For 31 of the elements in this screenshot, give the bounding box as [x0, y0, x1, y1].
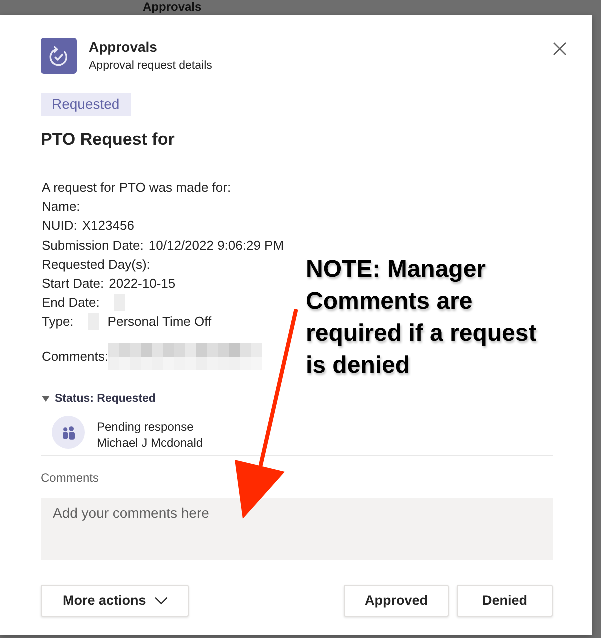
background-page-title: Approvals: [143, 0, 202, 15]
detail-value: X123456: [82, 217, 134, 236]
detail-label: End Date:: [42, 294, 100, 312]
app-name: Approvals: [89, 39, 158, 56]
action-button[interactable]: Denied: [457, 584, 553, 616]
approver-name: Michael J Mcdonald: [97, 434, 204, 450]
detail-label: Submission Date:: [42, 236, 144, 255]
close-icon: [553, 42, 567, 56]
detail-label: Type:: [42, 313, 74, 332]
detail-label: Comments:: [42, 348, 108, 364]
more-actions-button[interactable]: More actions: [41, 584, 190, 616]
dialog-subtitle: Approval request details: [89, 59, 212, 73]
circular-arrow-check-icon: [41, 38, 77, 74]
detail-value: 10/12/2022 9:06:29 PM: [148, 236, 284, 255]
request-title: PTO Request for: [41, 129, 175, 151]
detail-value: Personal Time Off: [108, 313, 212, 332]
comments-field[interactable]: Add your comments here: [41, 498, 553, 560]
detail-label: NUID:: [42, 217, 78, 236]
caret-icon: [155, 596, 168, 604]
status-badge: Requested: [41, 93, 131, 116]
annotation-note: NOTE: Manager Comments are required if a request is denied: [306, 255, 538, 381]
detail-label: Requested Day(s):: [42, 256, 150, 274]
comments-label: Comments: [41, 470, 100, 486]
status-toggle[interactable]: Status: Requested: [41, 390, 156, 406]
approver-status: Pending response: [97, 418, 195, 434]
people-icon: [52, 416, 85, 448]
action-button[interactable]: Approved: [344, 584, 449, 616]
detail-value: 2022-10-15: [109, 274, 176, 293]
detail-label: A request for PTO was made for:: [42, 179, 232, 197]
detail-label: Name:: [42, 198, 80, 216]
detail-label: Start Date:: [42, 274, 104, 293]
